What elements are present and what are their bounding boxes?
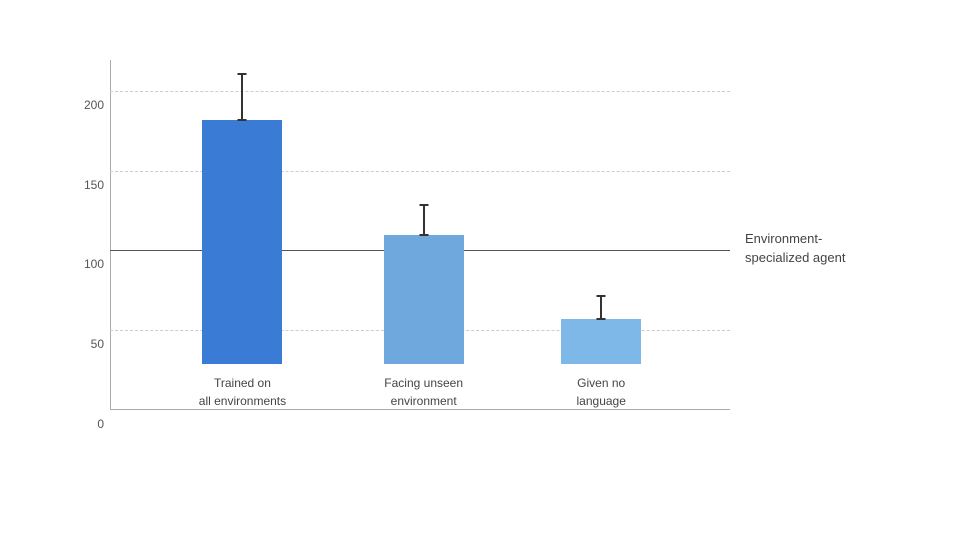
- ref-label-line2: specialized agent: [745, 250, 845, 265]
- y-tick-200: 200: [84, 98, 104, 112]
- bar-wrapper-bar3: Given nolanguage: [561, 295, 641, 410]
- bar-bar3: [561, 319, 641, 364]
- chart-container: 0 50 100 150 200 Trained onall environments F…: [50, 40, 910, 500]
- bar-bar1: [202, 120, 282, 363]
- bar-wrapper-bar1: Trained onall environments: [199, 73, 286, 409]
- bar-bar2: [384, 235, 464, 364]
- bars-group: Trained onall environments Facing unseene…: [110, 60, 730, 410]
- reference-label: Environment-specialized agent: [745, 230, 910, 266]
- bar-label-bar3: Given nolanguage: [577, 374, 626, 410]
- bar-label-bar2: Facing unseenenvironment: [384, 374, 463, 410]
- bar-wrapper-bar2: Facing unseenenvironment: [384, 204, 464, 410]
- y-tick-50: 50: [91, 337, 104, 351]
- error-bar-bar1: [241, 73, 243, 121]
- y-tick-0: 0: [97, 417, 104, 431]
- error-bar-bar3: [600, 295, 602, 320]
- y-tick-150: 150: [84, 178, 104, 192]
- ref-label-line1: Environment-: [745, 231, 822, 246]
- bar-label-bar1: Trained onall environments: [199, 374, 286, 410]
- y-tick-100: 100: [84, 257, 104, 271]
- error-bar-bar2: [423, 204, 425, 236]
- chart-area: 050100150200 Trained onall environmentsF…: [110, 60, 730, 410]
